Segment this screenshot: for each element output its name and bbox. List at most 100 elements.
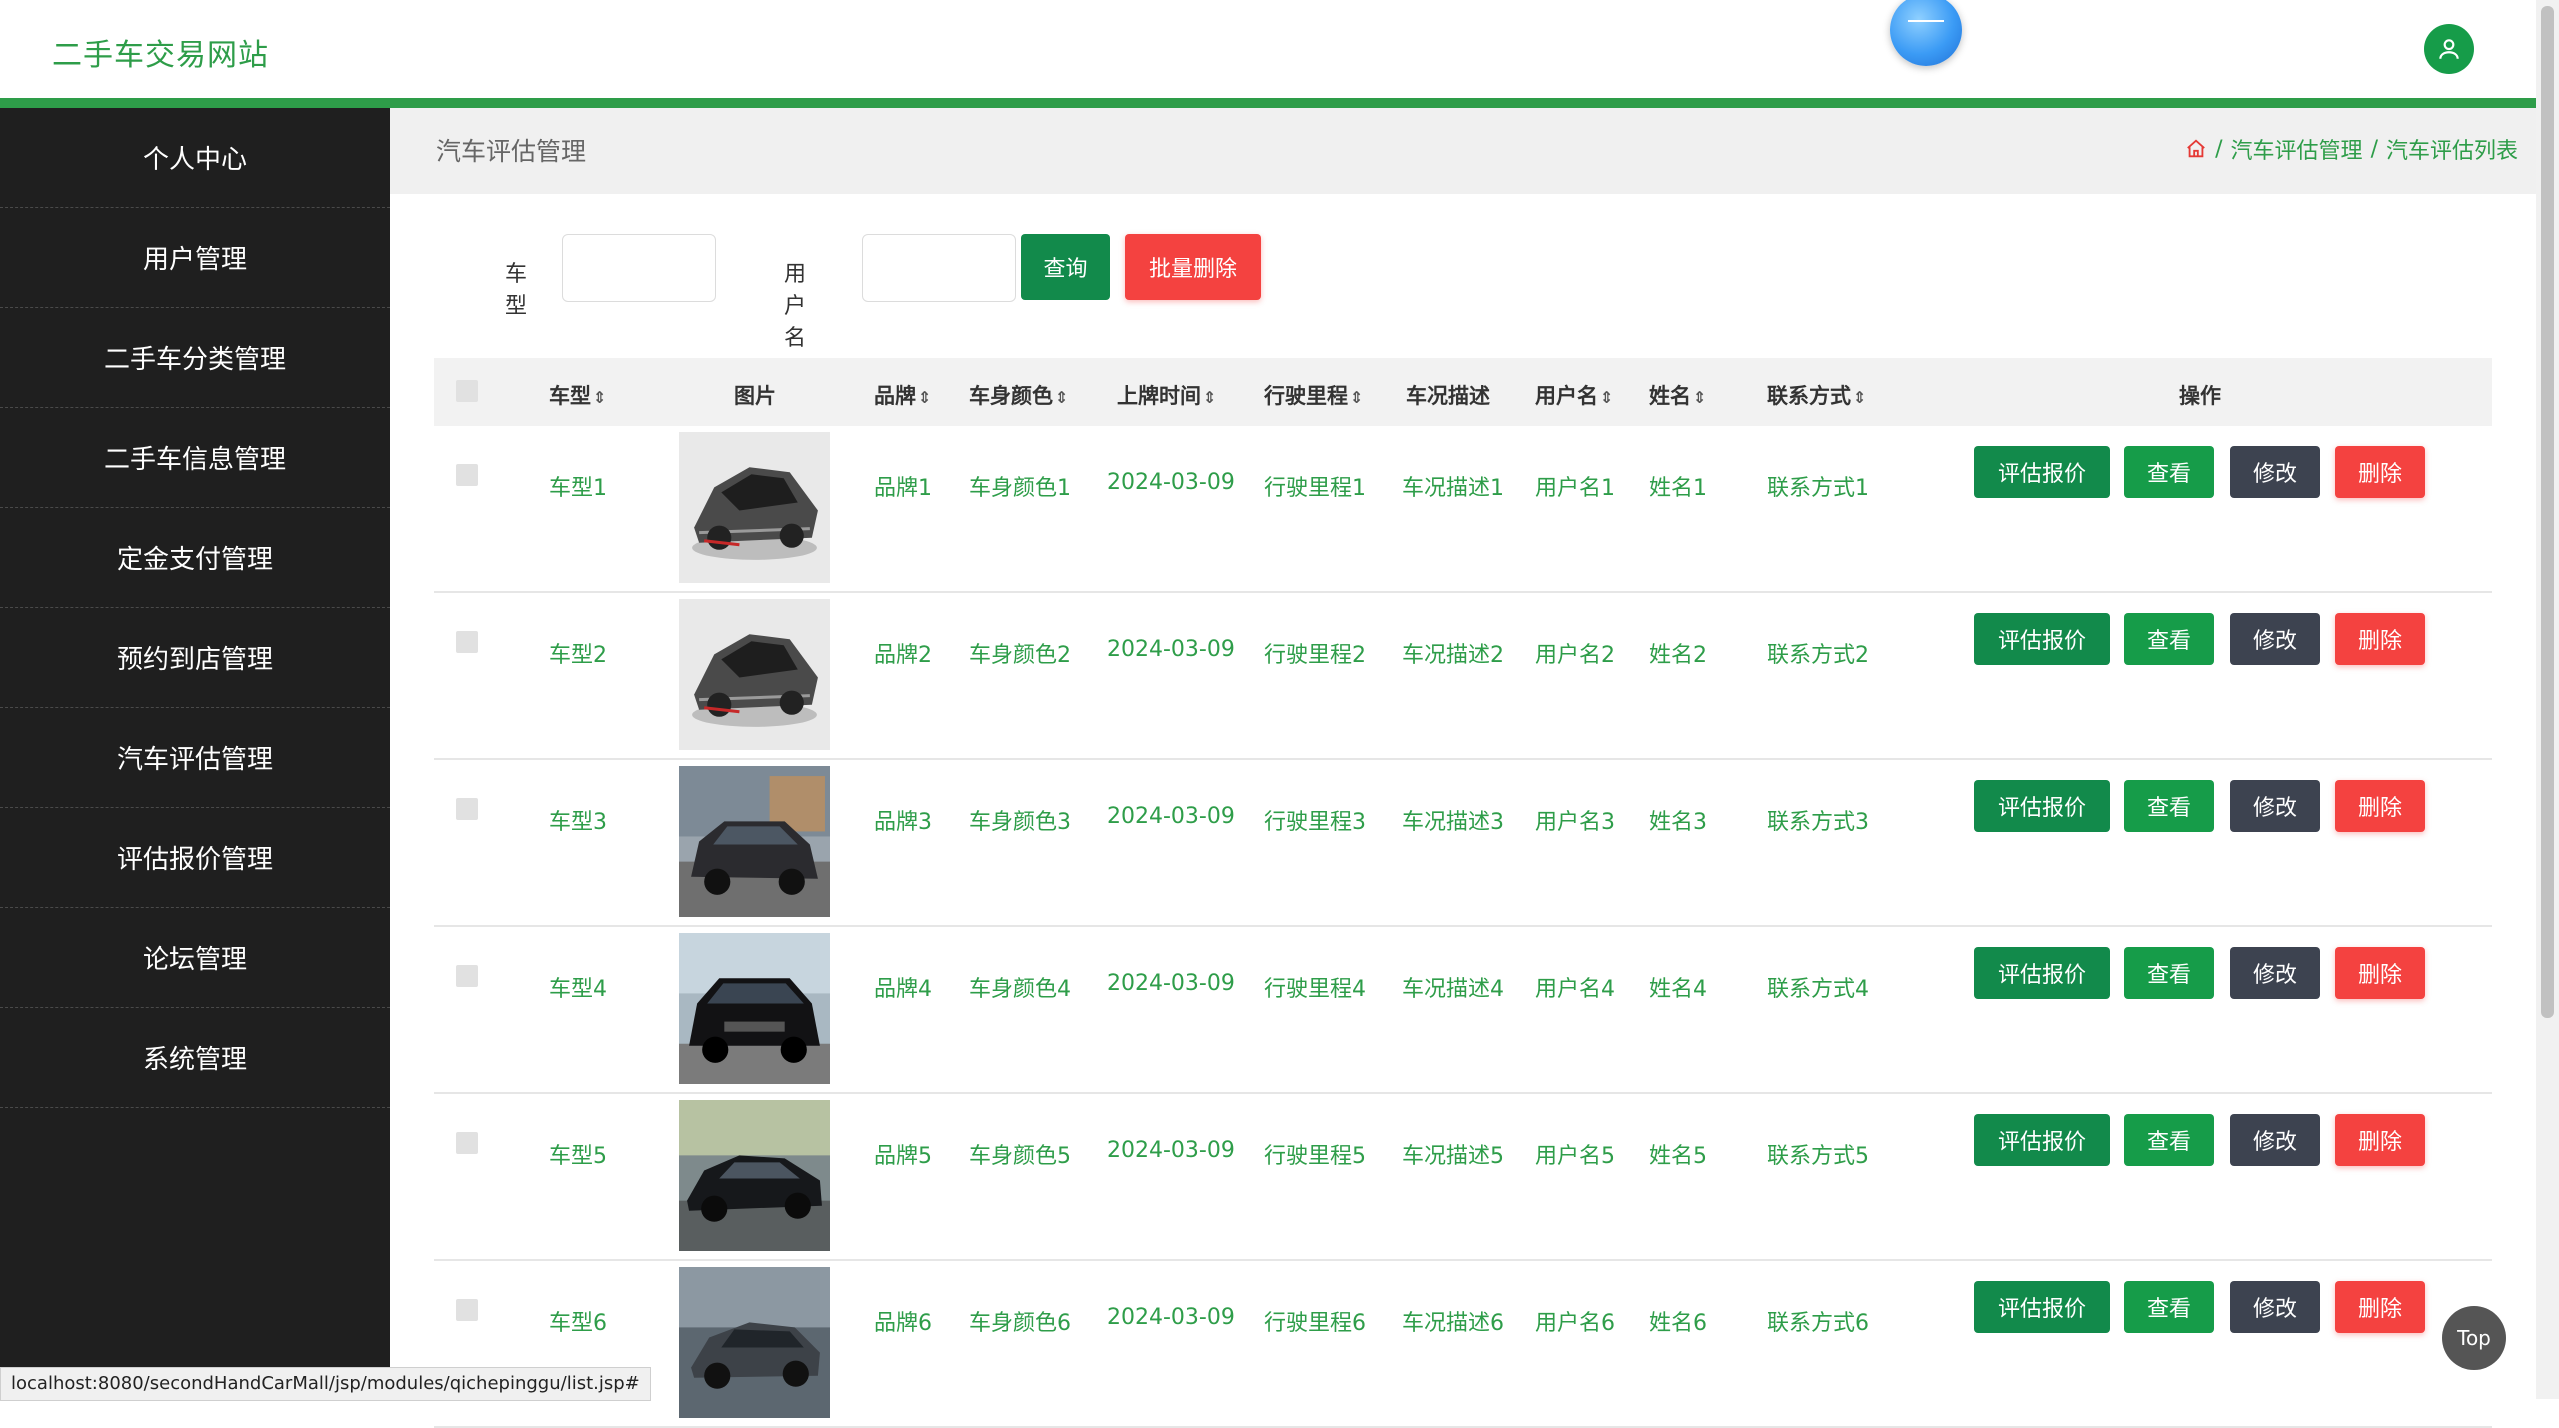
sidebar-item-label: 用户管理 — [142, 245, 247, 275]
breadcrumb-item-car-evaluation[interactable]: 汽车评估管理 — [2231, 133, 2363, 165]
cell-contact: 联系方式4 — [1767, 977, 1869, 1002]
delete-button[interactable]: 删除 — [2335, 947, 2425, 999]
sort-caret-icon[interactable]: ⇕ — [593, 388, 606, 407]
col-header-contact[interactable]: 联系方式 ⇕ — [1767, 380, 1866, 410]
back-to-top-button[interactable]: Top — [2442, 1306, 2506, 1370]
view-button[interactable]: 查看 — [2124, 446, 2214, 498]
sort-caret-icon[interactable]: ⇕ — [1055, 388, 1068, 407]
car-thumbnail[interactable] — [679, 1100, 830, 1251]
cell-brand: 品牌1 — [874, 476, 932, 501]
site-title[interactable]: 二手车交易网站 — [52, 30, 269, 74]
sidebar-item-label: 论坛管理 — [142, 945, 247, 975]
delete-button[interactable]: 删除 — [2335, 1281, 2425, 1333]
sidebar-item-quote-management[interactable]: 评估报价管理 — [0, 808, 390, 908]
sort-caret-icon[interactable]: ⇕ — [1350, 388, 1363, 407]
cell-plate-date: 2024-03-09 — [1107, 971, 1235, 996]
car-thumbnail[interactable] — [679, 933, 830, 1084]
sort-caret-icon[interactable]: ⇕ — [1853, 388, 1866, 407]
col-header-name[interactable]: 姓名 ⇕ — [1649, 380, 1706, 410]
col-header-plate-date[interactable]: 上牌时间 ⇕ — [1117, 380, 1216, 410]
select-all-checkbox[interactable] — [456, 380, 478, 402]
appraise-button[interactable]: 评估报价 — [1974, 780, 2110, 832]
row-checkbox[interactable] — [456, 965, 478, 987]
cell-condition: 车况描述2 — [1402, 643, 1504, 668]
edit-button[interactable]: 修改 — [2230, 613, 2320, 665]
floating-globe-icon[interactable] — [1890, 0, 1962, 66]
col-header-mileage[interactable]: 行驶里程 ⇕ — [1264, 380, 1363, 410]
scrollbar-thumb[interactable] — [2541, 6, 2554, 1018]
col-header-model[interactable]: 车型 ⇕ — [549, 380, 606, 410]
car-thumbnail[interactable] — [679, 599, 830, 750]
col-header-brand[interactable]: 品牌 ⇕ — [874, 380, 931, 410]
username-input[interactable] — [862, 234, 1016, 302]
edit-button[interactable]: 修改 — [2230, 1281, 2320, 1333]
col-header-color[interactable]: 车身颜色 ⇕ — [969, 380, 1068, 410]
cell-mileage: 行驶里程4 — [1264, 977, 1366, 1002]
row-checkbox[interactable] — [456, 1132, 478, 1154]
cell-condition: 车况描述4 — [1402, 977, 1504, 1002]
cell-color: 车身颜色5 — [969, 1144, 1071, 1169]
row-checkbox[interactable] — [456, 1299, 478, 1321]
sidebar-item-personal-center[interactable]: 个人中心 — [0, 108, 390, 208]
delete-button[interactable]: 删除 — [2335, 1114, 2425, 1166]
cell-mileage: 行驶里程5 — [1264, 1144, 1366, 1169]
cell-brand: 品牌4 — [874, 977, 932, 1002]
row-checkbox[interactable] — [456, 798, 478, 820]
edit-button[interactable]: 修改 — [2230, 947, 2320, 999]
cell-brand: 品牌5 — [874, 1144, 932, 1169]
delete-button[interactable]: 删除 — [2335, 780, 2425, 832]
query-button[interactable]: 查询 — [1021, 234, 1110, 300]
breadcrumb-separator: / — [2370, 136, 2378, 162]
cell-username: 用户名2 — [1535, 643, 1615, 668]
sort-caret-icon[interactable]: ⇕ — [918, 388, 931, 407]
sort-caret-icon[interactable]: ⇕ — [1693, 388, 1706, 407]
sidebar-nav: 个人中心 用户管理 二手车分类管理 二手车信息管理 定金支付管理 预约到店管理 … — [0, 108, 390, 1399]
sidebar-item-system-management[interactable]: 系统管理 — [0, 1008, 390, 1108]
cell-color: 车身颜色3 — [969, 810, 1071, 835]
edit-button[interactable]: 修改 — [2230, 1114, 2320, 1166]
edit-button[interactable]: 修改 — [2230, 446, 2320, 498]
appraise-button[interactable]: 评估报价 — [1974, 947, 2110, 999]
table-row: 车型4 品牌4 车身颜色4 2024-03-09 行驶里程4 车况描述4 用户名4 姓名4 联系… — [434, 927, 2492, 1094]
sidebar-item-deposit-management[interactable]: 定金支付管理 — [0, 508, 390, 608]
appraise-button[interactable]: 评估报价 — [1974, 1281, 2110, 1333]
car-thumbnail[interactable] — [679, 1267, 830, 1418]
car-thumbnail[interactable] — [679, 766, 830, 917]
appraise-button[interactable]: 评估报价 — [1974, 446, 2110, 498]
appraise-button[interactable]: 评估报价 — [1974, 613, 2110, 665]
sidebar-item-appointment-management[interactable]: 预约到店管理 — [0, 608, 390, 708]
col-header-condition: 车况描述 — [1406, 384, 1490, 408]
sort-caret-icon[interactable]: ⇕ — [1203, 388, 1216, 407]
cell-username: 用户名3 — [1535, 810, 1615, 835]
car-model-input[interactable] — [562, 234, 716, 302]
cell-mileage: 行驶里程3 — [1264, 810, 1366, 835]
breadcrumb-bar: 汽车评估管理 / 汽车评估管理 / 汽车评估列表 — [390, 108, 2536, 194]
col-header-username[interactable]: 用户名 ⇕ — [1535, 380, 1613, 410]
delete-button[interactable]: 删除 — [2335, 446, 2425, 498]
sort-caret-icon[interactable]: ⇕ — [1600, 388, 1613, 407]
car-thumbnail[interactable] — [679, 432, 830, 583]
sidebar-item-car-category-management[interactable]: 二手车分类管理 — [0, 308, 390, 408]
delete-button[interactable]: 删除 — [2335, 613, 2425, 665]
appraise-button[interactable]: 评估报价 — [1974, 1114, 2110, 1166]
row-checkbox[interactable] — [456, 631, 478, 653]
sidebar-item-car-info-management[interactable]: 二手车信息管理 — [0, 408, 390, 508]
sidebar-item-car-evaluation-management[interactable]: 汽车评估管理 — [0, 708, 390, 808]
sidebar-item-user-management[interactable]: 用户管理 — [0, 208, 390, 308]
view-button[interactable]: 查看 — [2124, 613, 2214, 665]
sidebar-item-forum-management[interactable]: 论坛管理 — [0, 908, 390, 1008]
breadcrumb-item-evaluation-list[interactable]: 汽车评估列表 — [2386, 133, 2518, 165]
home-icon[interactable] — [2185, 138, 2207, 160]
cell-mileage: 行驶里程1 — [1264, 476, 1366, 501]
view-button[interactable]: 查看 — [2124, 1281, 2214, 1333]
view-button[interactable]: 查看 — [2124, 947, 2214, 999]
user-avatar-icon[interactable] — [2424, 24, 2474, 74]
row-checkbox[interactable] — [456, 464, 478, 486]
batch-delete-button[interactable]: 批量删除 — [1125, 234, 1261, 300]
cell-username: 用户名4 — [1535, 977, 1615, 1002]
edit-button[interactable]: 修改 — [2230, 780, 2320, 832]
page-scrollbar[interactable] — [2536, 0, 2559, 1399]
view-button[interactable]: 查看 — [2124, 1114, 2214, 1166]
view-button[interactable]: 查看 — [2124, 780, 2214, 832]
sidebar-item-label: 汽车评估管理 — [116, 745, 273, 775]
